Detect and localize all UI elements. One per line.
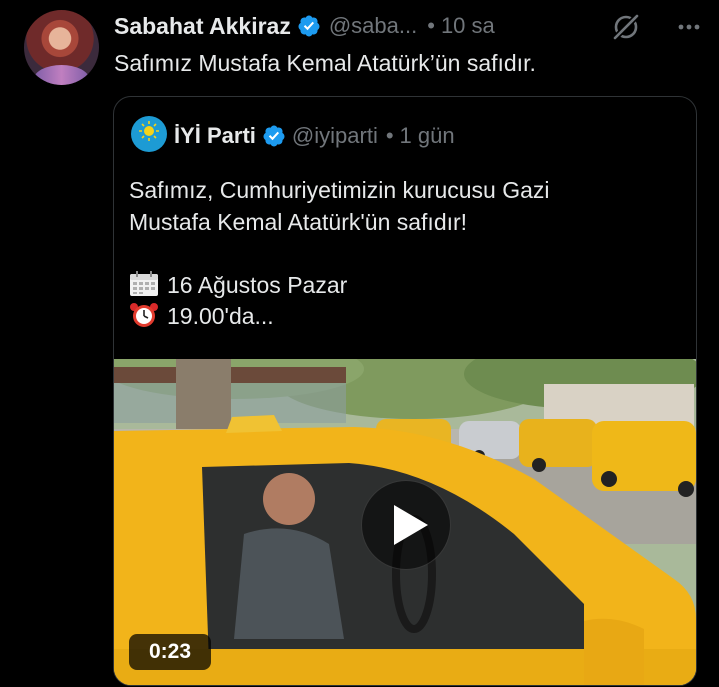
event-date: 16 Ağustos Pazar bbox=[167, 271, 348, 298]
avatar-figure bbox=[34, 65, 89, 85]
calendar-icon bbox=[130, 270, 158, 296]
quoted-author-handle[interactable]: @iyiparti bbox=[292, 123, 378, 149]
quoted-text-spacer bbox=[129, 238, 689, 270]
quoted-text-line-date: 16 Ağustos Pazar bbox=[129, 270, 689, 302]
alarm-clock-icon bbox=[130, 303, 158, 327]
play-button[interactable] bbox=[361, 480, 451, 570]
play-icon bbox=[394, 505, 428, 545]
author-handle[interactable]: @saba... bbox=[329, 13, 417, 39]
tweet-header: Sabahat Akkiraz @saba... • 10 sa bbox=[114, 10, 495, 42]
author-display-name[interactable]: Sabahat Akkiraz bbox=[114, 13, 291, 40]
quoted-text-line-2: Mustafa Kemal Atatürk'ün safıdır! bbox=[129, 208, 468, 235]
time-separator: • bbox=[427, 13, 435, 38]
time-separator: • bbox=[385, 123, 394, 148]
quoted-author-avatar[interactable] bbox=[131, 116, 167, 152]
author-avatar[interactable] bbox=[24, 10, 99, 85]
quoted-tweet-header: İYİ Parti @iyiparti • 1 gün bbox=[174, 121, 455, 151]
quoted-author-display-name[interactable]: İYİ Parti bbox=[174, 123, 256, 149]
sun-logo-icon bbox=[139, 121, 159, 141]
tweet-text: Safımız Mustafa Kemal Atatürk’ün safıdır… bbox=[114, 50, 536, 76]
quoted-tweet-text: Safımız, Cumhuriyetimizin kurucusu Gazi … bbox=[129, 175, 689, 333]
grok-icon[interactable] bbox=[611, 12, 641, 42]
quoted-text-line-time: 19.00'da... bbox=[129, 301, 689, 333]
video-duration-badge: 0:23 bbox=[129, 634, 211, 670]
more-icon[interactable] bbox=[676, 14, 702, 40]
quoted-tweet-timestamp[interactable]: 1 gün bbox=[400, 123, 455, 149]
video-player[interactable]: 0:23 bbox=[114, 359, 696, 685]
tweet-timestamp[interactable]: 10 sa bbox=[441, 13, 495, 39]
verified-badge-icon bbox=[298, 15, 320, 37]
verified-badge-icon bbox=[263, 125, 285, 147]
quoted-tweet-card[interactable]: İYİ Parti @iyiparti • 1 gün Safımız, Cum… bbox=[113, 96, 697, 686]
quoted-text-line-1: Safımız, Cumhuriyetimizin kurucusu Gazi bbox=[129, 177, 550, 203]
event-time: 19.00'da... bbox=[167, 303, 274, 329]
